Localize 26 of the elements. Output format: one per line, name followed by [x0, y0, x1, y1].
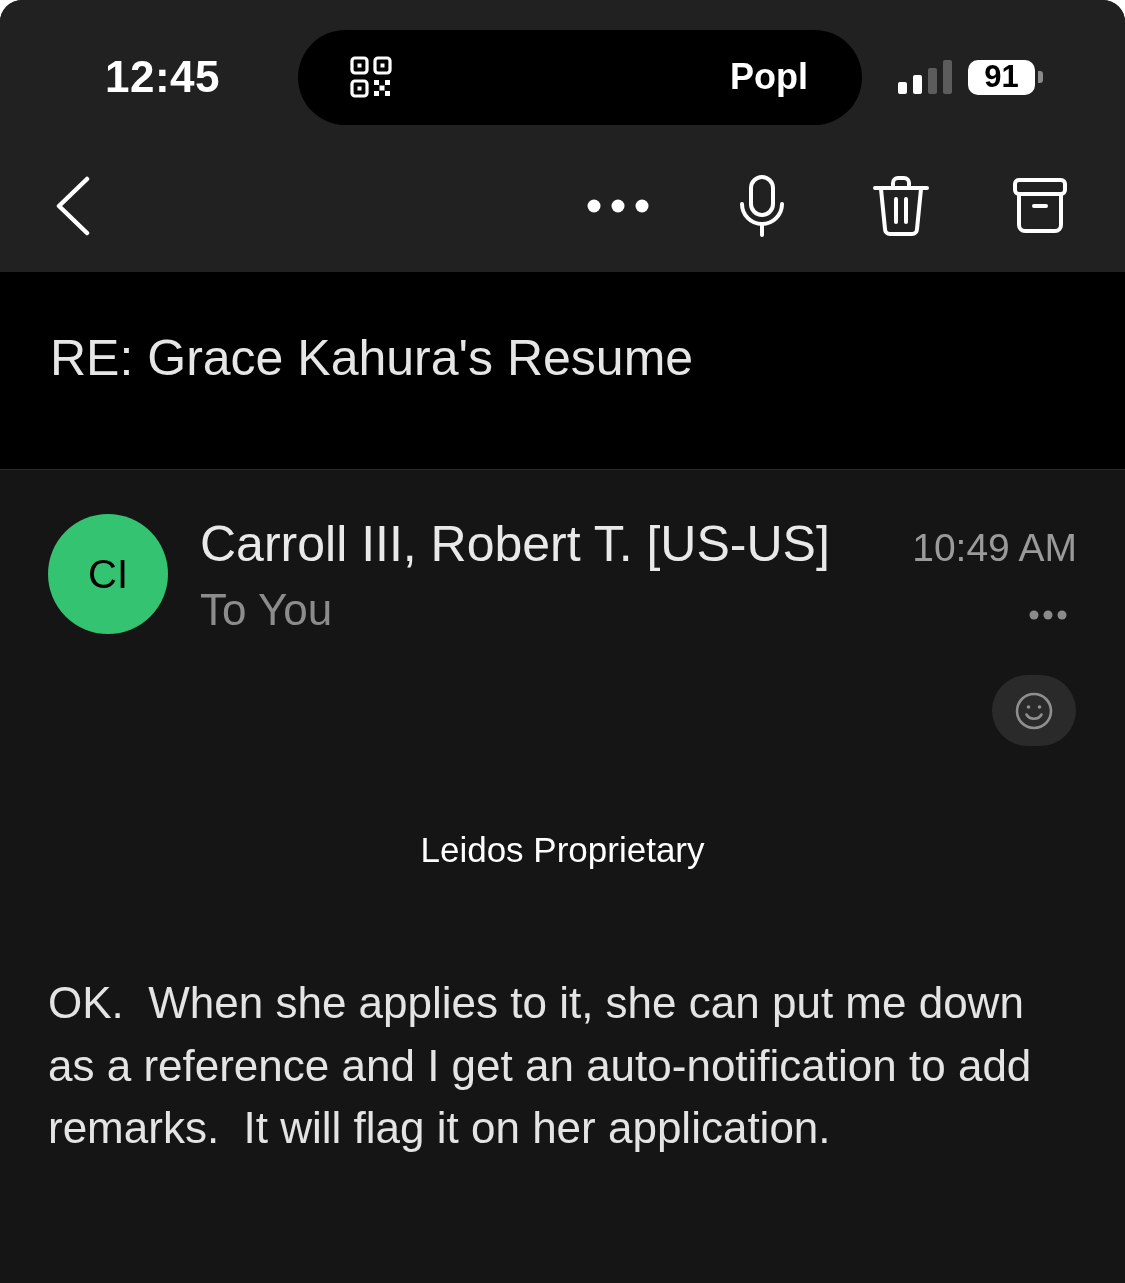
message-more-button[interactable] — [1029, 610, 1067, 620]
more-dots-icon — [587, 199, 649, 213]
status-time: 12:45 — [105, 52, 221, 101]
signal-bars-icon — [898, 60, 952, 94]
archive-button[interactable] — [1013, 178, 1067, 234]
classification-label: Leidos Proprietary — [420, 830, 705, 869]
back-button[interactable] — [55, 176, 91, 236]
sender-name: Carroll III, Robert T. [US-US] — [200, 515, 830, 574]
trash-icon — [872, 175, 930, 237]
smiley-icon — [1015, 691, 1053, 730]
qr-code-icon — [350, 56, 392, 98]
battery-percentage: 91 — [968, 59, 1035, 95]
more-button[interactable] — [587, 199, 649, 213]
live-activity-label: Popl — [730, 56, 808, 98]
recipients: To You — [200, 585, 333, 635]
delete-button[interactable] — [872, 175, 930, 237]
sent-time: 10:49 AM — [912, 525, 1077, 571]
message-body: OK. When she applies to it, she can put me down as a reference and I get an auto-notification to add remarks. It will flag it on her application. — [48, 977, 1033, 1154]
email-subject: RE: Grace Kahura's Resume — [50, 328, 694, 388]
sender-avatar: CI — [48, 514, 168, 634]
back-chevron-icon — [55, 176, 91, 236]
archive-box-icon — [1013, 178, 1067, 234]
more-dots-icon — [1029, 610, 1067, 620]
dictation-button[interactable] — [739, 175, 785, 237]
microphone-icon — [739, 175, 785, 237]
battery-cap-icon — [1038, 71, 1043, 83]
